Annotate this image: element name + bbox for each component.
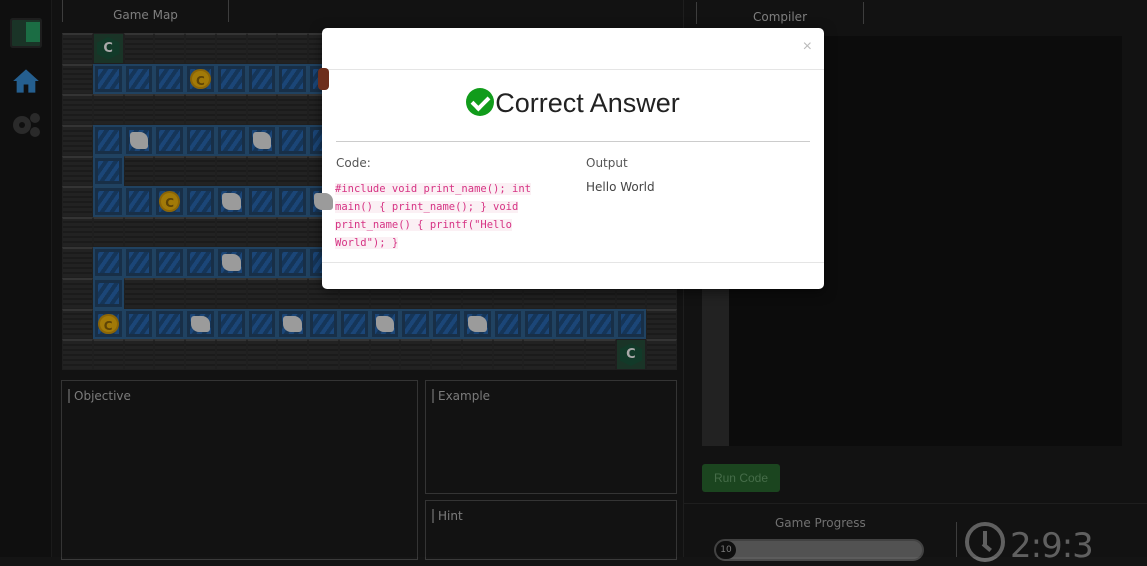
coin-icon: C	[159, 191, 180, 212]
hero-icon	[318, 67, 329, 91]
code-label: Code:	[336, 156, 371, 170]
modal-title: Correct Answer	[322, 88, 824, 119]
scroll-icon	[252, 131, 272, 149]
modal-title-text: Correct Answer	[495, 88, 680, 118]
scroll-icon	[191, 315, 210, 333]
modal-footer-divider	[322, 262, 824, 263]
scroll-icon	[283, 315, 302, 333]
code-snippet: #include void print_name(); int main() {…	[335, 180, 550, 252]
modal-header: ×	[322, 28, 824, 70]
output-label: Output	[586, 156, 628, 170]
check-circle-icon	[466, 88, 495, 116]
scroll-icon	[375, 315, 395, 333]
scroll-icon	[314, 193, 333, 210]
correct-answer-modal: × Correct Answer Code: Output #include v…	[322, 28, 824, 289]
scroll-icon	[467, 315, 487, 333]
coin-icon: C	[190, 68, 211, 90]
code-snippet-text: #include void print_name(); int main() {…	[335, 183, 531, 249]
close-button[interactable]: ×	[803, 38, 812, 56]
divider	[336, 141, 810, 142]
coin-icon: C	[97, 313, 119, 335]
output-text: Hello World	[586, 180, 655, 194]
scroll-icon	[129, 131, 149, 149]
scroll-icon	[221, 254, 241, 272]
scroll-icon	[221, 193, 241, 210]
